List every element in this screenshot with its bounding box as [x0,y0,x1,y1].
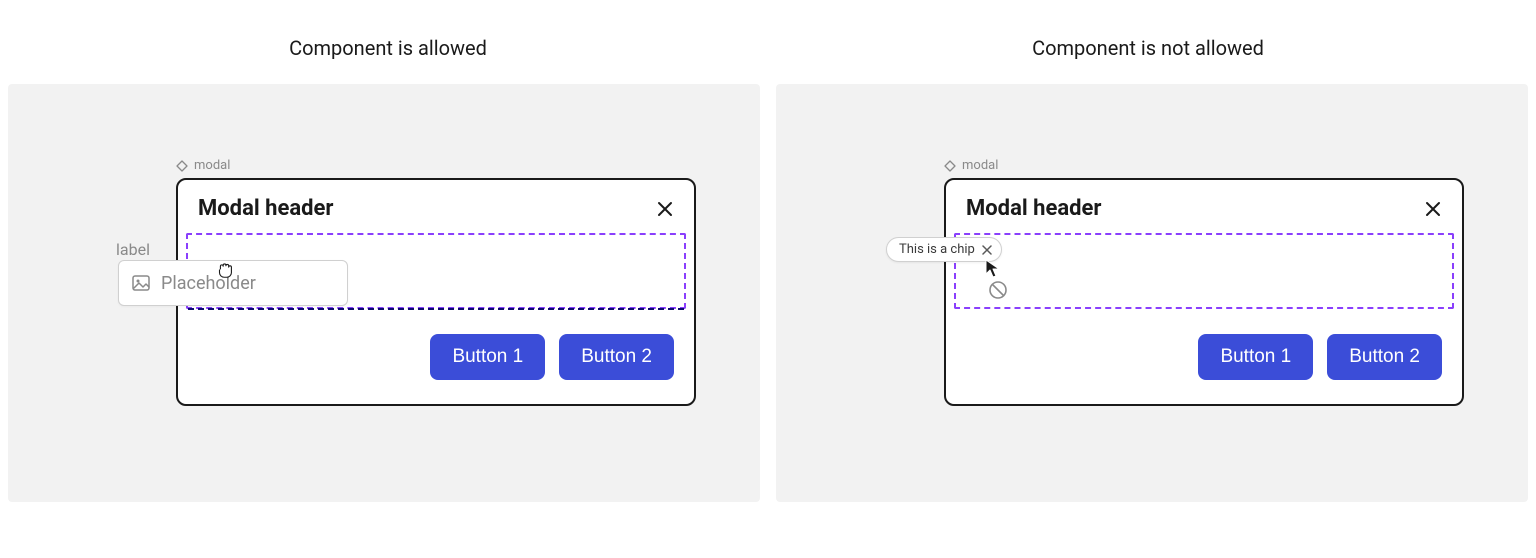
placeholder-text: Placeholder [161,273,256,294]
drag-label: label [116,240,150,259]
chip-close-icon[interactable] [981,244,993,256]
button-1[interactable]: Button 1 [1198,334,1313,380]
component-tag: modal [944,158,998,173]
pointer-cursor-icon [984,258,1002,278]
slot-dropzone[interactable] [954,233,1454,309]
not-allowed-icon [988,280,1008,300]
example-title-not-allowed: Component is not allowed [768,36,1528,60]
button-2[interactable]: Button 2 [559,334,674,380]
example-title-allowed: Component is allowed [8,36,768,60]
component-icon [176,160,188,172]
chip-label: This is a chip [899,242,975,257]
modal-header: Modal header [198,196,333,221]
close-icon[interactable] [1424,200,1442,218]
component-icon [944,160,956,172]
button-2[interactable]: Button 2 [1327,334,1442,380]
image-icon [131,273,151,293]
component-tag-label: modal [194,158,230,173]
example-panel-allowed: modal Modal header Button 1 Button 2 lab… [8,84,760,502]
modal-header: Modal header [966,196,1101,221]
example-panel-not-allowed: modal Modal header Button 1 Button 2 Thi… [776,84,1528,502]
close-icon[interactable] [656,200,674,218]
grab-cursor-icon [214,258,236,280]
component-tag-label: modal [962,158,998,173]
button-1[interactable]: Button 1 [430,334,545,380]
component-tag: modal [176,158,230,173]
modal: Modal header Button 1 Button 2 [944,178,1464,406]
